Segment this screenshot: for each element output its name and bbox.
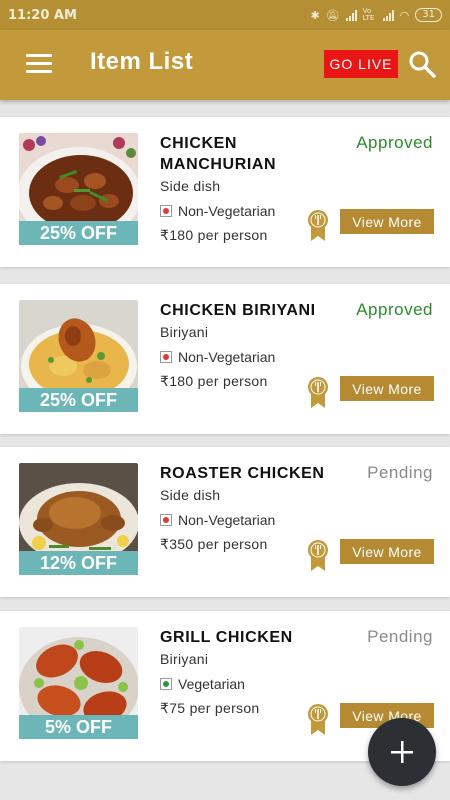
plus-icon bbox=[391, 741, 413, 763]
discount-badge: 25% OFF bbox=[19, 221, 138, 245]
item-category: Biriyani bbox=[160, 324, 209, 340]
item-name: GRILL CHICKEN bbox=[160, 629, 293, 646]
item-card[interactable]: 25% OFF CHICKEN BIRIYANI Biriyani Non-Ve… bbox=[0, 284, 450, 434]
view-more-button[interactable]: View More bbox=[340, 539, 434, 564]
item-category: Side dish bbox=[160, 178, 221, 194]
view-more-button[interactable]: View More bbox=[340, 209, 434, 234]
view-more-button[interactable]: View More bbox=[340, 376, 434, 401]
status-bar: 11:20 AM ✱ 🔕︎ Vo LTE ◠ 31 bbox=[0, 0, 450, 30]
diet-type: Non-Vegetarian bbox=[160, 203, 275, 219]
status-label: Pending bbox=[367, 627, 433, 646]
non-veg-icon bbox=[160, 205, 172, 217]
item-card[interactable]: 25% OFF CHICKEN MANCHURIAN Side dish Non… bbox=[0, 117, 450, 267]
hamburger-menu-icon[interactable] bbox=[26, 54, 52, 76]
item-name: CHICKEN MANCHURIAN bbox=[160, 135, 277, 173]
item-name: ROASTER CHICKEN bbox=[160, 465, 325, 482]
discount-badge: 5% OFF bbox=[19, 715, 138, 739]
award-ribbon-icon bbox=[308, 377, 328, 408]
item-category: Biriyani bbox=[160, 651, 209, 667]
item-price: ₹350 per person bbox=[160, 536, 268, 552]
add-item-button[interactable] bbox=[368, 718, 436, 786]
status-time: 11:20 AM bbox=[8, 7, 77, 23]
wifi-icon: ◠ bbox=[399, 8, 410, 22]
network-label: Vo LTE bbox=[362, 7, 375, 22]
award-ribbon-icon bbox=[308, 704, 328, 735]
bluetooth-icon: ✱ bbox=[310, 8, 320, 22]
status-label: Pending bbox=[367, 463, 433, 482]
status-label: Approved bbox=[356, 133, 433, 152]
award-ribbon-icon bbox=[308, 210, 328, 241]
signal-icon bbox=[345, 9, 357, 21]
page-title: Item List bbox=[90, 48, 194, 75]
award-ribbon-icon bbox=[308, 540, 328, 571]
veg-icon bbox=[160, 678, 172, 690]
item-card[interactable]: 12% OFF ROASTER CHICKEN Side dish Non-Ve… bbox=[0, 447, 450, 597]
diet-label: Non-Vegetarian bbox=[178, 349, 276, 365]
item-price: ₹180 per person bbox=[160, 227, 268, 243]
diet-type: Non-Vegetarian bbox=[160, 349, 275, 365]
non-veg-icon bbox=[160, 351, 172, 363]
battery-icon: 31 bbox=[415, 8, 442, 22]
diet-type: Non-Vegetarian bbox=[160, 512, 275, 528]
item-category: Side dish bbox=[160, 487, 221, 503]
item-name: CHICKEN BIRIYANI bbox=[160, 302, 316, 319]
go-live-button[interactable]: GO LIVE bbox=[324, 50, 398, 78]
item-price: ₹75 per person bbox=[160, 700, 260, 716]
discount-badge: 25% OFF bbox=[19, 388, 138, 412]
diet-type: Vegetarian bbox=[160, 676, 245, 692]
app-bar: Item List GO LIVE bbox=[0, 30, 450, 100]
diet-label: Non-Vegetarian bbox=[178, 203, 276, 219]
search-icon[interactable] bbox=[408, 50, 436, 78]
status-label: Approved bbox=[356, 300, 433, 319]
diet-label: Non-Vegetarian bbox=[178, 512, 276, 528]
signal-icon-2 bbox=[382, 9, 394, 21]
status-icons: ✱ 🔕︎ Vo LTE ◠ 31 bbox=[310, 8, 442, 22]
diet-label: Vegetarian bbox=[178, 676, 245, 692]
item-price: ₹180 per person bbox=[160, 373, 268, 389]
discount-badge: 12% OFF bbox=[19, 551, 138, 575]
mute-icon: 🔕︎ bbox=[325, 8, 340, 22]
non-veg-icon bbox=[160, 514, 172, 526]
